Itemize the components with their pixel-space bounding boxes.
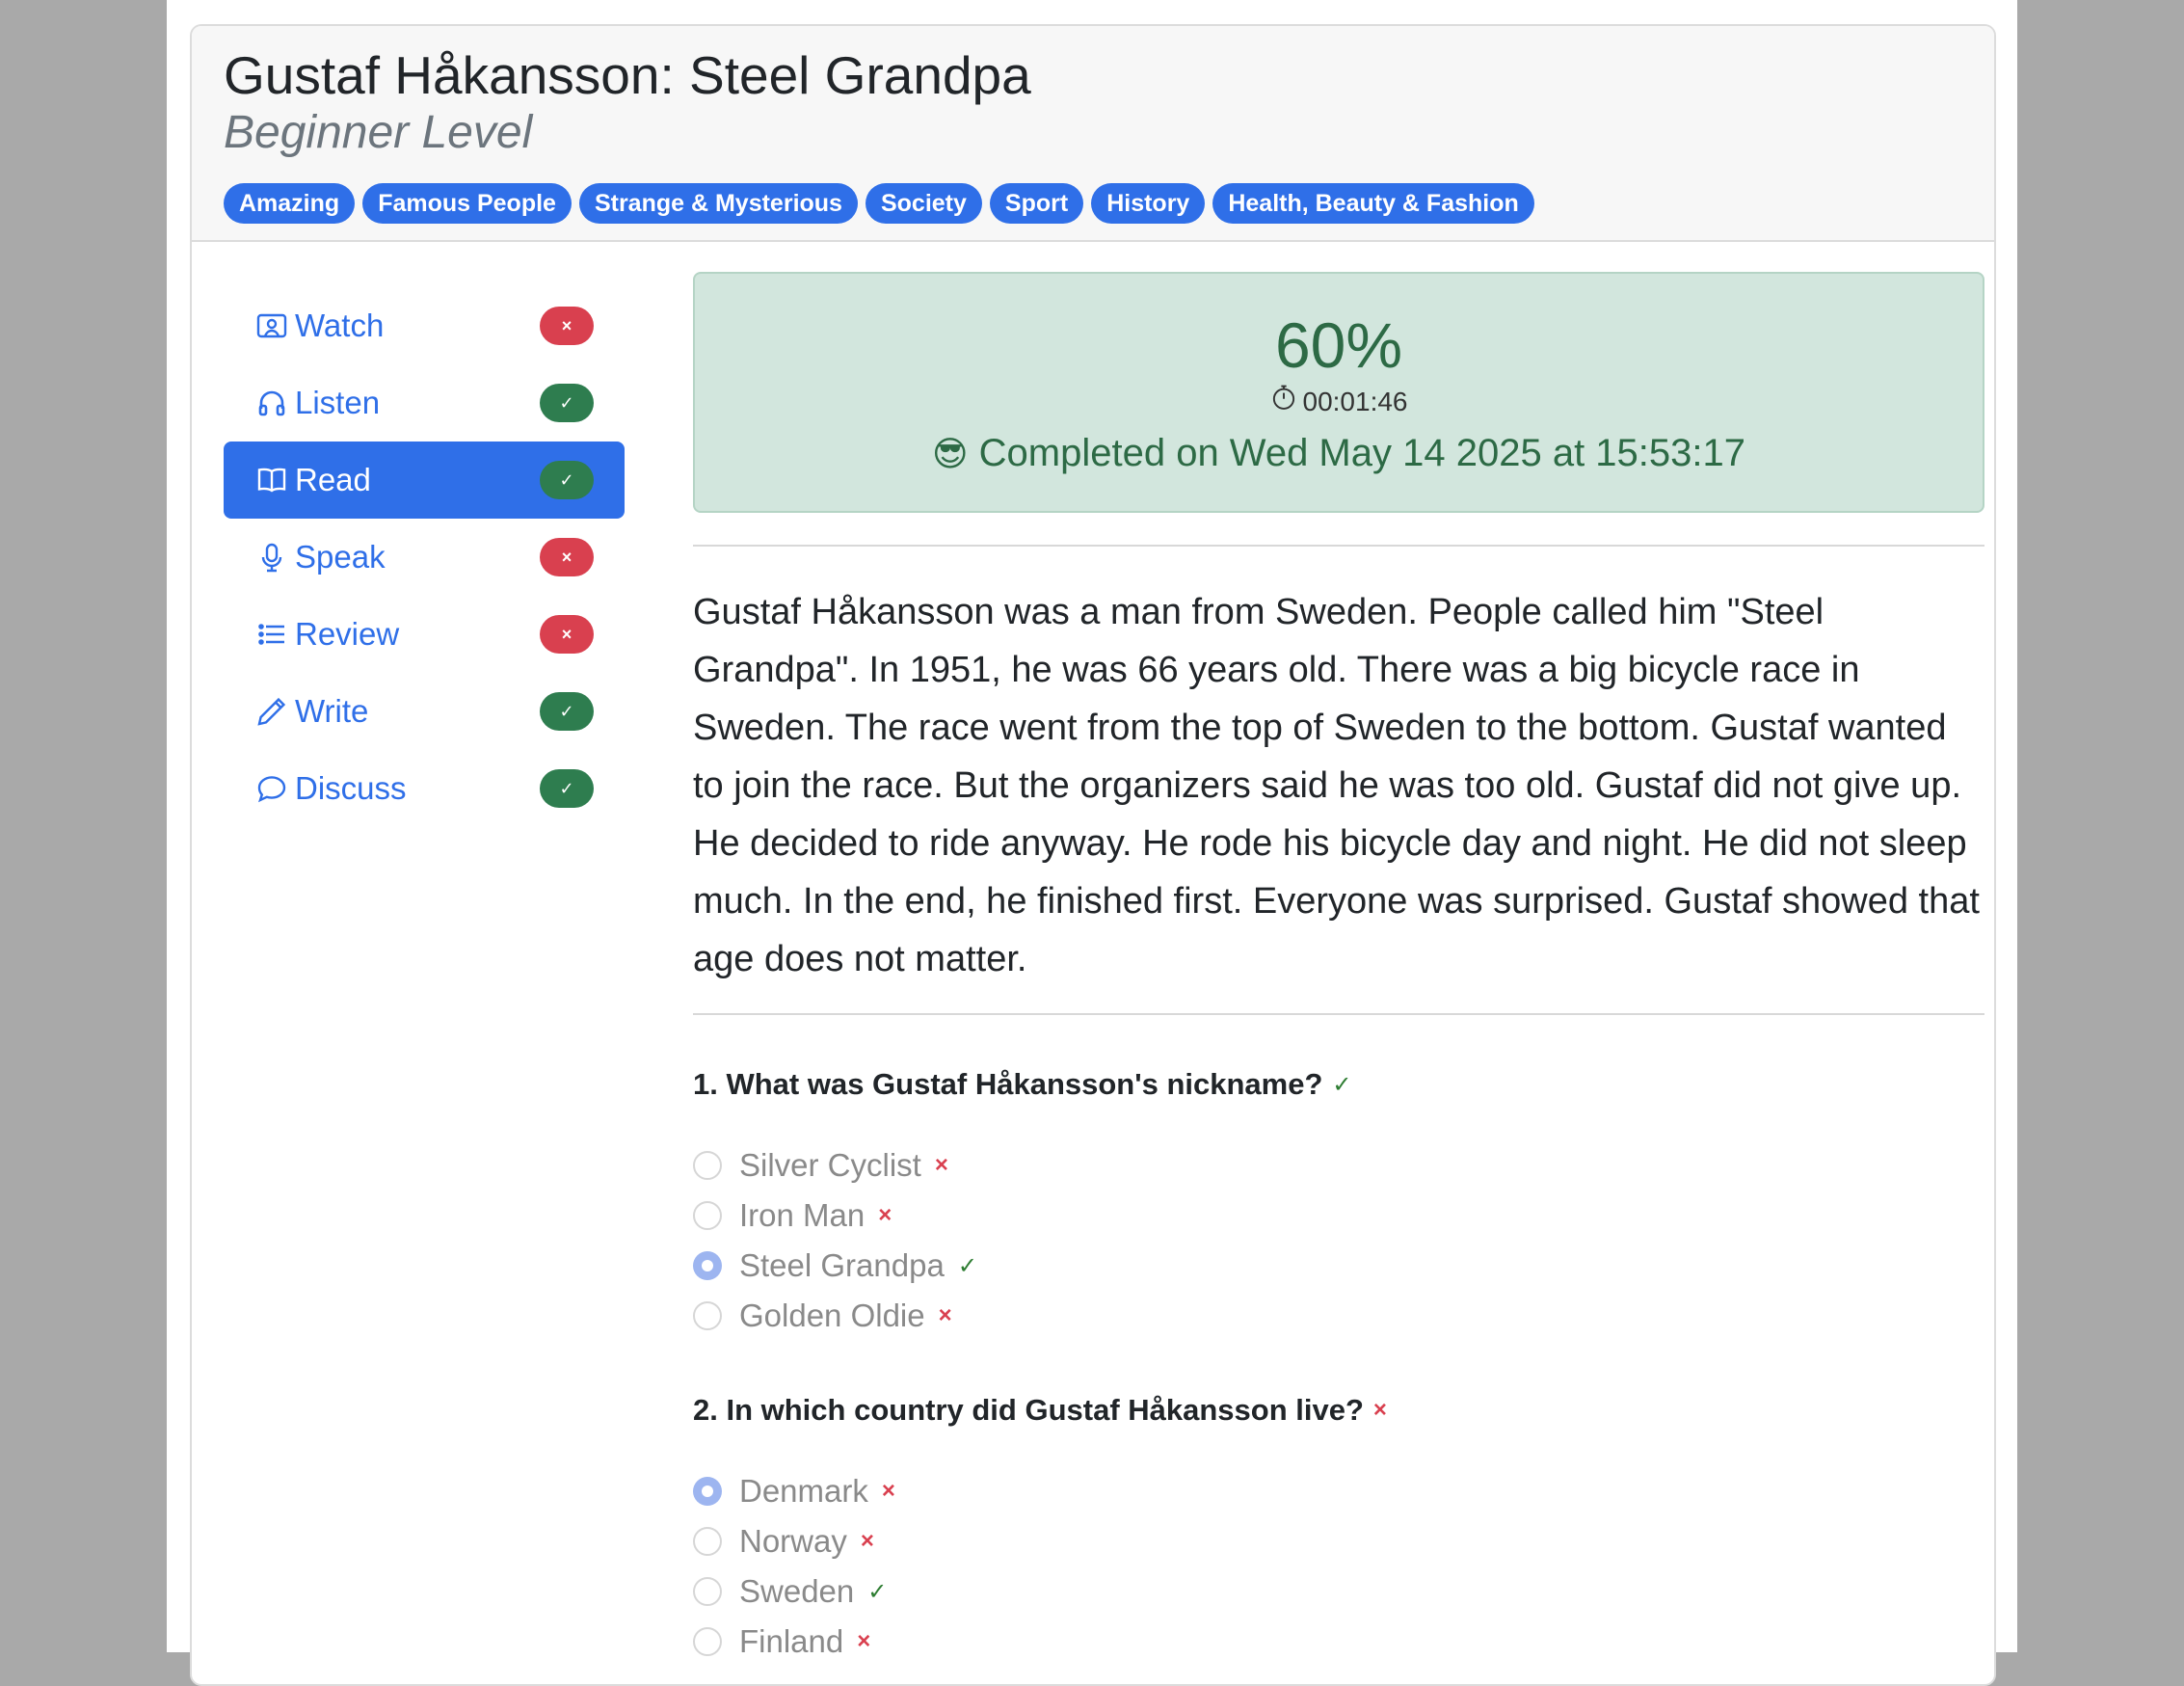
cross-icon: × xyxy=(881,1478,895,1504)
status-badge: ✓ xyxy=(540,384,594,422)
nav-label: Listen xyxy=(295,385,381,420)
elapsed-time: 00:01:46 xyxy=(1302,387,1408,416)
pencil-icon xyxy=(254,694,289,729)
score-value: 60% xyxy=(1274,309,1403,381)
radio-button[interactable] xyxy=(693,1577,722,1606)
stopwatch-icon xyxy=(1270,384,1297,420)
cross-icon: × xyxy=(1372,1397,1387,1423)
status-badge: × xyxy=(540,615,594,654)
chat-bubble-icon xyxy=(254,771,289,806)
level-subtitle: Beginner Level xyxy=(224,107,533,158)
tag-badge[interactable]: Amazing xyxy=(224,183,356,224)
question-block: 2. In which country did Gustaf Håkansson… xyxy=(693,1393,1984,1667)
tag-badge[interactable]: History xyxy=(1091,183,1206,224)
tag-badge[interactable]: Strange & Mysterious xyxy=(578,183,858,224)
question-title: 2. In which country did Gustaf Håkansson… xyxy=(693,1393,1984,1428)
status-badge: × xyxy=(540,538,594,576)
nav-label: Speak xyxy=(295,539,386,575)
cross-icon: × xyxy=(934,1152,948,1178)
book-icon xyxy=(254,463,289,497)
option-label: Iron Man xyxy=(739,1197,866,1233)
answer-option[interactable]: Golden Oldie × xyxy=(693,1291,1984,1341)
status-badge: ✓ xyxy=(540,692,594,731)
sunglasses-emoji-icon: 😎 xyxy=(931,434,969,473)
divider xyxy=(693,1013,1984,1015)
answer-option[interactable]: Finland × xyxy=(693,1617,1984,1667)
radio-button[interactable] xyxy=(693,1477,722,1506)
timer: 00:01:46 xyxy=(695,384,1983,420)
answer-option[interactable]: Norway × xyxy=(693,1516,1984,1566)
tag-badge[interactable]: Society xyxy=(865,183,982,224)
completed-text: Completed on Wed May 14 2025 at 15:53:17 xyxy=(978,432,1745,474)
option-label: Norway xyxy=(739,1523,847,1559)
person-video-icon xyxy=(254,308,289,343)
option-label: Finland xyxy=(739,1623,844,1659)
completion-message: 😎 Completed on Wed May 14 2025 at 15:53:… xyxy=(695,424,1983,483)
answer-options: Denmark × Norway × Sweden ✓ Finland × xyxy=(693,1466,1984,1667)
microphone-icon xyxy=(254,540,289,575)
status-badge: × xyxy=(540,307,594,345)
tag-badge[interactable]: Health, Beauty & Fashion xyxy=(1212,183,1534,224)
main-content: 60% 00:01:46 😎 Completed on Wed May 14 2… xyxy=(693,272,1984,1667)
divider xyxy=(693,545,1984,547)
answer-option[interactable]: Silver Cyclist × xyxy=(693,1140,1984,1191)
activity-nav: Watch × Listen ✓ Read ✓ Speak × Review ×… xyxy=(224,287,625,827)
reading-passage: Gustaf Håkansson was a man from Sweden. … xyxy=(693,592,1980,979)
nav-item-read[interactable]: Read ✓ xyxy=(224,442,625,519)
radio-button[interactable] xyxy=(693,1527,722,1556)
check-icon: ✓ xyxy=(957,1252,977,1279)
nav-item-speak[interactable]: Speak × xyxy=(224,519,625,596)
headphones-icon xyxy=(254,386,289,420)
page-title: Gustaf Håkansson: Steel Grandpa xyxy=(224,45,1031,105)
option-label: Silver Cyclist xyxy=(739,1147,921,1183)
cross-icon: × xyxy=(857,1628,871,1654)
radio-button[interactable] xyxy=(693,1151,722,1180)
status-badge: ✓ xyxy=(540,769,594,808)
check-icon: ✓ xyxy=(1332,1071,1352,1098)
nav-item-watch[interactable]: Watch × xyxy=(224,287,625,364)
option-label: Golden Oldie xyxy=(739,1298,925,1333)
page: Gustaf Håkansson: Steel Grandpa Beginner… xyxy=(167,0,2017,1686)
answer-option[interactable]: Sweden ✓ xyxy=(693,1566,1984,1617)
nav-item-review[interactable]: Review × xyxy=(224,596,625,673)
answer-option[interactable]: Iron Man × xyxy=(693,1191,1984,1241)
option-label: Steel Grandpa xyxy=(739,1247,945,1283)
radio-button[interactable] xyxy=(693,1201,722,1230)
question-block: 1. What was Gustaf Håkansson's nickname?… xyxy=(693,1067,1984,1341)
lesson-card: Gustaf Håkansson: Steel Grandpa Beginner… xyxy=(190,24,1996,1686)
nav-label: Read xyxy=(295,462,371,497)
nav-item-listen[interactable]: Listen ✓ xyxy=(224,364,625,442)
nav-item-discuss[interactable]: Discuss ✓ xyxy=(224,750,625,827)
question-text: 2. In which country did Gustaf Håkansson… xyxy=(693,1393,1364,1427)
radio-button[interactable] xyxy=(693,1301,722,1330)
cross-icon: × xyxy=(860,1528,874,1554)
lesson-header: Gustaf Håkansson: Steel Grandpa Beginner… xyxy=(192,26,1994,242)
nav-label: Review xyxy=(295,616,400,652)
cross-icon: × xyxy=(878,1202,892,1228)
answer-options: Silver Cyclist × Iron Man × Steel Grandp… xyxy=(693,1140,1984,1341)
list-icon xyxy=(254,617,289,652)
radio-button[interactable] xyxy=(693,1251,722,1280)
cross-icon: × xyxy=(938,1302,952,1328)
nav-label: Write xyxy=(295,693,369,729)
answer-option[interactable]: Denmark × xyxy=(693,1466,1984,1516)
nav-label: Discuss xyxy=(295,770,407,806)
status-badge: ✓ xyxy=(540,461,594,499)
option-label: Denmark xyxy=(739,1473,868,1509)
tag-list: Amazing Famous People Strange & Mysterio… xyxy=(224,183,1534,224)
tag-badge[interactable]: Famous People xyxy=(362,183,572,224)
nav-item-write[interactable]: Write ✓ xyxy=(224,673,625,750)
nav-label: Watch xyxy=(295,308,385,343)
question-title: 1. What was Gustaf Håkansson's nickname?… xyxy=(693,1067,1984,1102)
question-text: 1. What was Gustaf Håkansson's nickname? xyxy=(693,1067,1323,1101)
result-summary: 60% 00:01:46 😎 Completed on Wed May 14 2… xyxy=(693,272,1984,513)
tag-badge[interactable]: Sport xyxy=(989,183,1084,224)
answer-option[interactable]: Steel Grandpa ✓ xyxy=(693,1241,1984,1291)
option-label: Sweden xyxy=(739,1573,855,1609)
check-icon: ✓ xyxy=(867,1578,888,1605)
